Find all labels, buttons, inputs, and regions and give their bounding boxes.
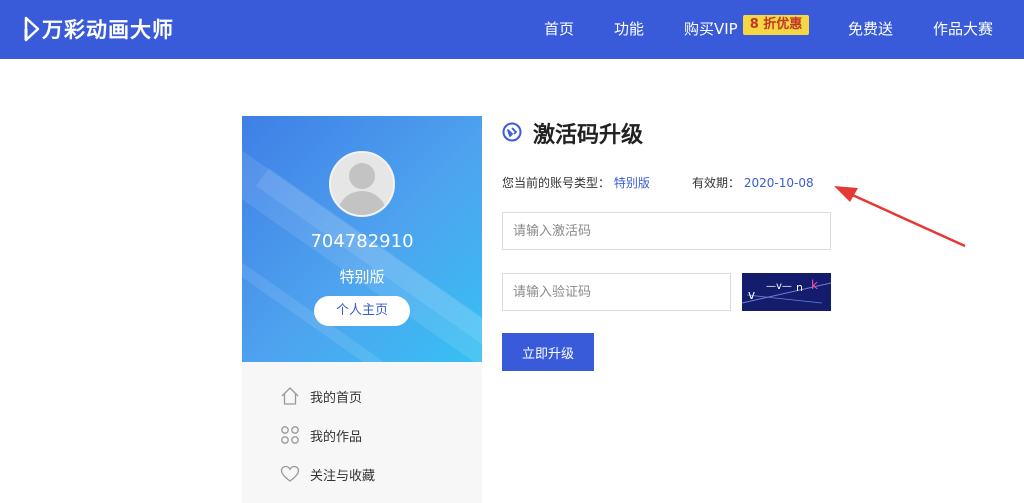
- sidebar-item-follows-favorites[interactable]: 关注与收藏: [280, 464, 375, 484]
- annotation-arrow-icon: [834, 186, 966, 248]
- upgrade-badge-icon: [502, 122, 522, 142]
- upgrade-now-button[interactable]: 立即升级: [502, 333, 594, 371]
- personal-homepage-button[interactable]: 个人主页: [314, 296, 410, 326]
- account-type-label: 您当前的账号类型：: [502, 176, 611, 190]
- sidebar-item-my-works[interactable]: 我的作品: [280, 425, 362, 445]
- side-menu: 我的首页 我的作品 关注与收藏: [242, 362, 482, 503]
- captcha-noise: v —v— n k: [742, 278, 831, 304]
- grid-circles-icon: [281, 426, 299, 444]
- activation-code-input[interactable]: [502, 212, 831, 250]
- top-navbar: 万彩动画大师 首页 功能 购买VIP 8 折优惠 免费送 作品大赛: [0, 0, 1024, 59]
- user-id: 704782910: [310, 231, 414, 252]
- profile-card: 704782910 特别版 个人主页: [242, 116, 482, 362]
- account-type-value: 特别版: [613, 176, 650, 190]
- nav-buy-vip[interactable]: 购买VIP: [684, 18, 738, 39]
- nav-contest[interactable]: 作品大赛: [933, 18, 993, 39]
- default-avatar-icon[interactable]: [329, 151, 395, 217]
- profile-account-type: 特别版: [339, 268, 385, 286]
- nav-home[interactable]: 首页: [544, 18, 574, 39]
- discount-badge[interactable]: 8 折优惠: [743, 15, 809, 35]
- home-icon: [281, 387, 299, 405]
- svg-text:v: v: [748, 288, 755, 302]
- sidebar-item-label: 我的作品: [310, 429, 363, 445]
- expiry-date: 2020-10-08: [743, 176, 814, 190]
- logo-play-icon: [24, 16, 40, 42]
- sidebar-item-my-home[interactable]: 我的首页: [280, 386, 362, 406]
- account-type-row: 您当前的账号类型： 特别版: [502, 174, 650, 191]
- heart-icon: [280, 465, 300, 482]
- captcha-input[interactable]: [502, 273, 731, 311]
- sidebar-item-label: 我的首页: [310, 390, 363, 406]
- expiry-label: 有效期：: [692, 176, 741, 190]
- svg-text:n: n: [796, 281, 803, 294]
- svg-text:k: k: [811, 278, 818, 292]
- expiry-row: 有效期： 2020-10-08: [692, 174, 814, 191]
- nav-features[interactable]: 功能: [614, 18, 644, 39]
- brand-logo[interactable]: 万彩动画大师: [24, 15, 174, 43]
- svg-text:—v—: —v—: [766, 281, 792, 292]
- nav-free-gift[interactable]: 免费送: [848, 18, 893, 39]
- brand-name: 万彩动画大师: [42, 18, 174, 42]
- sidebar-item-label: 关注与收藏: [310, 468, 376, 484]
- page-title: 激活码升级: [533, 123, 644, 148]
- captcha-image[interactable]: v —v— n k: [742, 273, 831, 311]
